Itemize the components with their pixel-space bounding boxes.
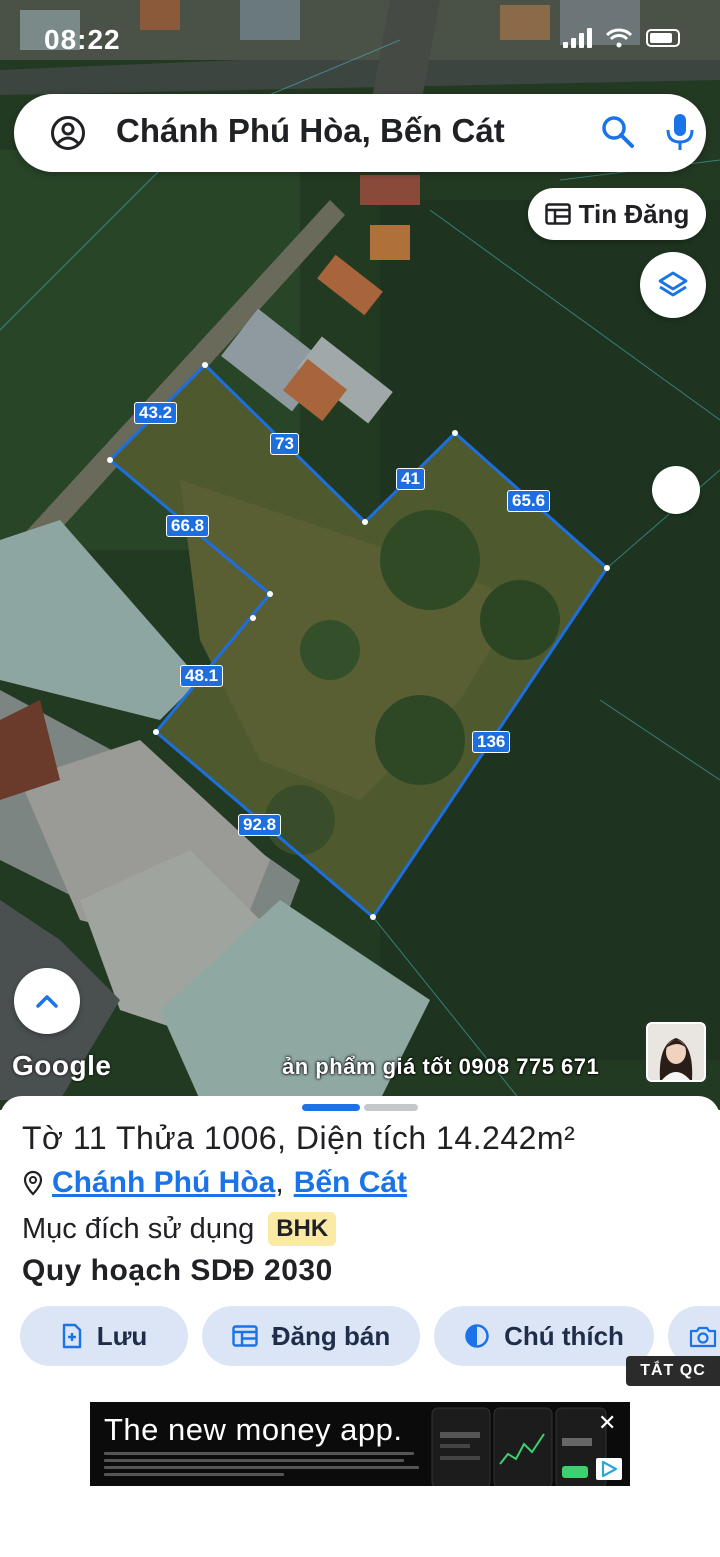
ad-app-screenshots [431,1407,607,1486]
account-icon[interactable] [50,115,86,151]
listings-button[interactable]: Tin Đăng [528,188,706,240]
map-drag-handle[interactable] [652,466,700,514]
map-watermark-text: ản phẩm giá tốt 0908 775 671 [282,1054,600,1079]
agent-portrait-image [648,1024,704,1080]
save-button-label: Lưu [96,1320,148,1351]
edge-length-label: 43.2 [134,402,178,424]
edge-length-label: 66.8 [166,515,210,537]
save-button[interactable]: Lưu [20,1306,188,1366]
land-use-label: Mục đích sử dụng [22,1212,255,1245]
expand-up-button[interactable] [14,968,80,1034]
edge-length-label: 92.8 [238,814,282,836]
microphone-icon[interactable] [662,112,698,152]
wifi-icon [606,28,632,48]
legend-button-label: Chú thích [504,1320,624,1351]
ad-choices-icon[interactable] [596,1458,622,1480]
action-buttons-row: Lưu Đăng bán Chú thích [20,1306,720,1366]
ad-banner[interactable]: The new money app. ✕ [90,1402,630,1486]
layers-icon [658,271,688,297]
land-use-row: Mục đích sử dụng BHK [22,1212,337,1246]
commune-link[interactable]: Chánh Phú Hòa [52,1166,275,1200]
ad-fine-print [104,1452,424,1480]
post-sale-button[interactable]: Đăng bán [202,1306,420,1366]
land-use-badge: BHK [268,1212,337,1246]
hide-ads-button[interactable]: TẮT QC [626,1356,720,1386]
edge-length-label: 73 [270,433,299,455]
ad-close-icon[interactable]: ✕ [598,1410,616,1436]
google-logo: Google [12,1050,112,1081]
ad-headline: The new money app. [104,1412,403,1447]
contrast-icon [465,1324,489,1348]
status-icons [563,28,680,48]
search-icon[interactable] [600,114,636,150]
search-input[interactable]: Chánh Phú Hòa, Bến Cát [116,112,505,150]
map-view[interactable]: 43.2 73 41 65.6 66.8 48.1 136 92.8 08:22… [0,0,720,1110]
sheet-handle-active[interactable] [302,1104,360,1111]
chevron-up-icon [36,995,58,1008]
post-sale-button-label: Đăng bán [271,1320,391,1351]
listings-icon [544,203,571,225]
table-icon [232,1325,258,1347]
save-document-icon [62,1323,81,1349]
edge-length-label: 65.6 [507,490,551,512]
parcel-title: Tờ 11 Thửa 1006, Diện tích 14.242m² [22,1120,576,1156]
sheet-handle[interactable] [364,1104,418,1111]
parcel-info-sheet[interactable]: Tờ 11 Thửa 1006, Diện tích 14.242m² Chán… [0,1096,720,1557]
status-time: 08:22 [44,24,121,55]
status-bar: 08:22 [0,0,720,84]
listings-button-label: Tin Đăng [578,198,690,229]
cellular-signal-icon [563,28,592,48]
layers-button[interactable] [640,252,706,318]
edge-length-label: 41 [396,468,425,490]
edge-length-label: 136 [472,731,511,753]
legend-button[interactable]: Chú thích [434,1306,654,1366]
parcel-location: Chánh Phú Hòa , Bến Cát [22,1166,407,1200]
edge-length-label: 48.1 [180,665,224,687]
planning-heading: Quy hoạch SDĐ 2030 [22,1254,333,1287]
battery-icon [646,29,680,47]
camera-add-icon [689,1326,717,1348]
search-bar[interactable]: Chánh Phú Hòa, Bến Cát [14,94,706,172]
location-separator: , [275,1166,284,1199]
location-pin-icon [23,1170,43,1196]
district-link[interactable]: Bến Cát [294,1166,407,1200]
agent-avatar[interactable] [646,1022,706,1082]
